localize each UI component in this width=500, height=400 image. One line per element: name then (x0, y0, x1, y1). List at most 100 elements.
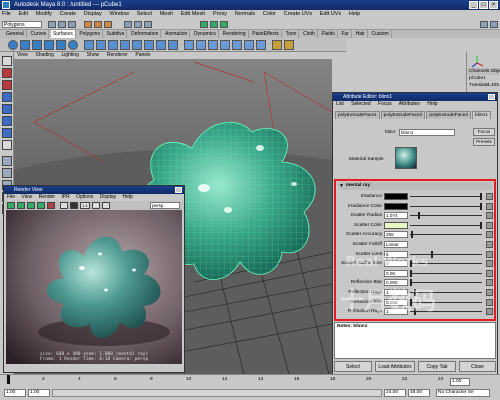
vp-menu-panels[interactable]: Panels (135, 52, 150, 58)
tab-polygons[interactable]: Polygons (77, 30, 103, 38)
birail-icon[interactable] (132, 40, 142, 50)
tab-polyextrudeface2[interactable]: polyExtrudeFace2 (380, 111, 426, 119)
nurbs-torus-icon[interactable] (68, 40, 78, 50)
tab-subdivs[interactable]: Subdivs (105, 30, 128, 38)
menu-set-select[interactable]: Polygons (2, 21, 42, 28)
nurbs-cylinder-icon[interactable] (32, 40, 42, 50)
map-button-icon[interactable] (486, 279, 493, 287)
tab-surfaces[interactable]: Surfaces (50, 30, 76, 38)
presets-button[interactable]: Presets (473, 138, 495, 146)
select-component-icon[interactable] (104, 21, 112, 28)
last-tool-icon[interactable] (2, 140, 12, 150)
lasso-tool-icon[interactable] (2, 68, 12, 78)
attribute-editor-close-button[interactable] (488, 94, 495, 100)
tab-dynamics[interactable]: Dynamics (192, 30, 219, 38)
character-set-field[interactable]: No Character Se (436, 389, 490, 397)
ae-menu-list[interactable]: List (336, 101, 344, 107)
tab-cloth[interactable]: Cloth (301, 30, 318, 38)
tab-polyextrudeface1[interactable]: polyExtrudeFace1 (335, 111, 380, 119)
start-time-field[interactable]: 1.00 (4, 389, 26, 397)
keep-image-icon[interactable] (92, 202, 100, 209)
vp-menu-show[interactable]: Show (87, 52, 100, 58)
map-button-icon[interactable] (486, 260, 493, 268)
menu-select[interactable]: Select (137, 11, 152, 17)
range-end-field[interactable]: 24.00 (384, 389, 406, 397)
show-attribute-editor-icon[interactable] (490, 21, 498, 28)
range-slider[interactable] (52, 389, 382, 397)
intersect-icon[interactable] (208, 40, 218, 50)
alpha-channel-icon[interactable] (70, 202, 78, 209)
paint-select-tool-icon[interactable] (2, 80, 12, 90)
bevel-icon[interactable] (168, 40, 178, 50)
channel-attr-value[interactable]: 1.405 (487, 82, 499, 89)
ipr-render-icon[interactable] (210, 21, 218, 28)
square-icon[interactable] (156, 40, 166, 50)
rv-menu-file[interactable]: File (7, 194, 15, 200)
open-scene-icon[interactable] (58, 21, 66, 28)
ae-menu-selected[interactable]: Selected (351, 101, 370, 107)
tab-general[interactable]: General (4, 30, 27, 38)
attribute-value-field[interactable]: 256 (384, 231, 408, 239)
vp-menu-view[interactable]: View (17, 52, 28, 58)
close-button-ae[interactable]: Close (459, 361, 496, 372)
tab-toon[interactable]: Toon (284, 30, 300, 38)
snap-point-icon[interactable] (144, 21, 152, 28)
menu-edit-uvs[interactable]: Edit UVs (320, 11, 341, 17)
move-tool-icon[interactable] (2, 92, 12, 102)
menu-create[interactable]: Create (60, 11, 77, 17)
attribute-select[interactable]: Linear (384, 241, 408, 248)
focus-button[interactable]: Focus (473, 128, 495, 136)
remove-image-icon[interactable] (102, 202, 110, 209)
menu-proxy[interactable]: Proxy (213, 11, 227, 17)
tab-painteffects[interactable]: PaintEffects (250, 30, 282, 38)
menu-file[interactable]: File (2, 11, 11, 17)
tab-rendering[interactable]: Rendering (221, 30, 249, 38)
attribute-slider[interactable] (410, 215, 482, 217)
one-to-one-icon[interactable]: 1:1 (80, 202, 90, 209)
select-tool-icon[interactable] (2, 56, 12, 66)
render-current-frame-icon[interactable] (200, 21, 208, 28)
load-attributes-button[interactable]: Load Attributes (375, 361, 415, 372)
channel-object-name[interactable]: pCube1 (467, 75, 500, 82)
blinn-name-field[interactable]: blinn1 (399, 129, 455, 136)
slider-knob[interactable] (410, 269, 412, 277)
range-start-field[interactable]: 1.00 (28, 389, 50, 397)
rv-menu-view[interactable]: View (21, 194, 32, 200)
sculpt-icon[interactable] (272, 40, 282, 50)
menu-window[interactable]: Window (109, 11, 129, 17)
menu-color[interactable]: Color (263, 11, 276, 17)
tab-curves[interactable]: Curves (28, 30, 50, 38)
current-frame-marker[interactable] (7, 375, 10, 384)
map-button-icon[interactable] (486, 289, 493, 296)
attribute-slider[interactable] (410, 224, 482, 226)
rv-menu-display[interactable]: Display (100, 194, 116, 200)
rgb-channel-icon[interactable] (60, 202, 68, 209)
select-hierarchy-icon[interactable] (84, 21, 92, 28)
tab-animation[interactable]: Animation (163, 30, 191, 38)
rv-menu-ipr[interactable]: IPR (61, 194, 69, 200)
map-button-icon[interactable] (486, 212, 493, 220)
new-scene-icon[interactable] (48, 21, 56, 28)
ae-menu-attributes[interactable]: Attributes (399, 101, 420, 107)
tab-deformation[interactable]: Deformation (129, 30, 162, 38)
snap-curve-icon[interactable] (134, 21, 142, 28)
slider-knob[interactable] (411, 231, 414, 239)
tab-polyextrudeface3[interactable]: polyExtrudeFace3 (426, 111, 472, 119)
section-collapse-icon[interactable]: ▼ (339, 184, 344, 189)
revolve-icon[interactable] (84, 40, 94, 50)
tab-fluids[interactable]: Fluids (319, 30, 338, 38)
project-curve-icon[interactable] (220, 40, 230, 50)
tab-custom[interactable]: Custom (369, 30, 392, 38)
single-view-icon[interactable] (2, 156, 12, 166)
stitch-icon[interactable] (244, 40, 254, 50)
menu-edit[interactable]: Edit (19, 11, 28, 17)
snapshot-icon[interactable] (47, 202, 55, 209)
color-swatch[interactable] (384, 221, 408, 229)
save-scene-icon[interactable] (68, 21, 76, 28)
copy-tab-button[interactable]: Copy Tab (418, 361, 456, 372)
slider-knob[interactable] (480, 193, 482, 200)
color-swatch[interactable] (384, 202, 408, 210)
select-button[interactable]: Select (334, 361, 372, 372)
tab-fur[interactable]: Fur (339, 30, 352, 38)
slider-knob[interactable] (431, 250, 433, 258)
